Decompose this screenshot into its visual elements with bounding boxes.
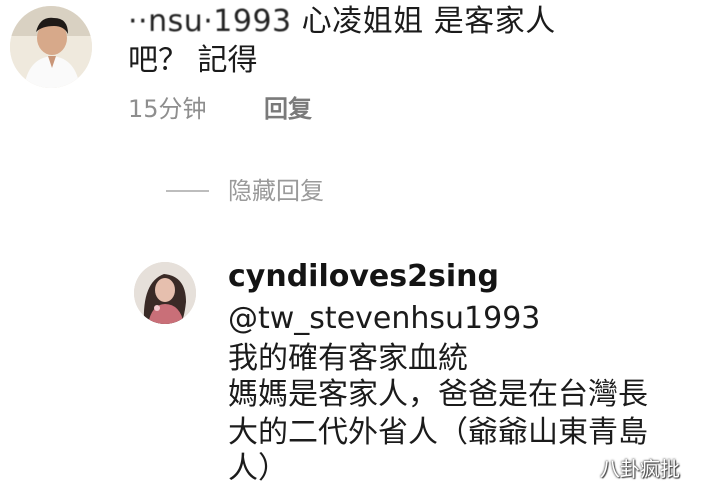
- avatar-photo-icon: [134, 262, 196, 324]
- hidden-replies-toggle[interactable]: 隐藏回复: [228, 175, 324, 207]
- reply-text-line: 我的確有客家血統: [228, 341, 468, 376]
- reply-text-line: 大的二代外省人（爺爺山東青島: [228, 415, 648, 450]
- reply-text-line: 人）: [228, 451, 288, 486]
- comment-timestamp: 15分钟: [128, 95, 207, 123]
- comment-text: 心凌姐姐 是客家人: [291, 4, 556, 39]
- watermark: 八卦疯批: [600, 457, 680, 481]
- comment-username[interactable]: ··nsu·1993: [128, 4, 292, 39]
- hidden-replies-divider: [166, 190, 209, 192]
- comment-text-line-1: ··nsu·1993 心凌姐姐 是客家人: [128, 3, 556, 41]
- comment-author-avatar[interactable]: [10, 6, 92, 88]
- reply-button[interactable]: 回复: [264, 93, 312, 125]
- reply-author-avatar[interactable]: [134, 262, 196, 324]
- comment-text-line-2: 吧？ 記得: [128, 43, 258, 78]
- reply-mention-link[interactable]: @tw_stevenhsu1993: [228, 300, 540, 338]
- avatar-photo-icon: [10, 6, 92, 88]
- reply-text-line: 媽媽是客家人，爸爸是在台灣長: [228, 377, 648, 412]
- reply-username[interactable]: cyndiloves2sing: [228, 258, 499, 296]
